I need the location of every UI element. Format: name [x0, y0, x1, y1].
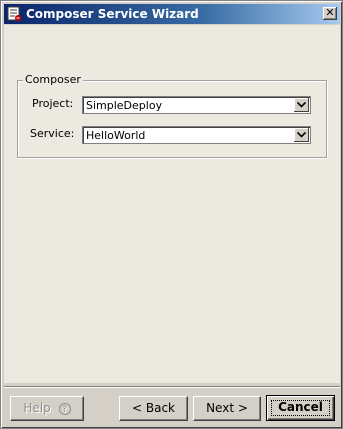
next-button[interactable]: Next >	[193, 396, 261, 421]
back-button[interactable]: < Back	[119, 396, 188, 421]
back-button-label: < Back	[131, 401, 175, 415]
chevron-down-icon	[297, 101, 306, 108]
composer-group	[17, 80, 327, 158]
service-label: Service:	[30, 127, 75, 140]
footer-separator	[4, 386, 340, 388]
service-select[interactable]: HelloWorld	[82, 126, 311, 144]
help-button-label: Help	[23, 401, 51, 415]
wizard-app-icon	[7, 6, 22, 22]
window-title: Composer Service Wizard	[26, 7, 199, 21]
service-dropdown-button[interactable]	[294, 128, 309, 142]
chevron-down-icon	[297, 131, 306, 138]
project-label: Project:	[32, 97, 74, 110]
next-button-label: Next >	[206, 401, 248, 415]
project-value: SimpleDeploy	[86, 99, 163, 112]
close-button[interactable]: ✕	[323, 7, 337, 20]
help-icon: ?	[58, 402, 71, 415]
close-icon: ✕	[325, 6, 335, 19]
wizard-window: Composer Service Wizard ✕ Composer Proje…	[0, 0, 343, 429]
project-dropdown-button[interactable]	[294, 98, 309, 112]
service-value: HelloWorld	[86, 129, 146, 142]
group-legend: Composer	[23, 73, 83, 87]
project-select[interactable]: SimpleDeploy	[82, 96, 311, 114]
cancel-button[interactable]: Cancel	[266, 395, 335, 421]
title-bar[interactable]: Composer Service Wizard ✕	[4, 4, 340, 24]
help-button[interactable]: Help ?	[10, 396, 84, 421]
cancel-button-label: Cancel	[278, 400, 323, 414]
